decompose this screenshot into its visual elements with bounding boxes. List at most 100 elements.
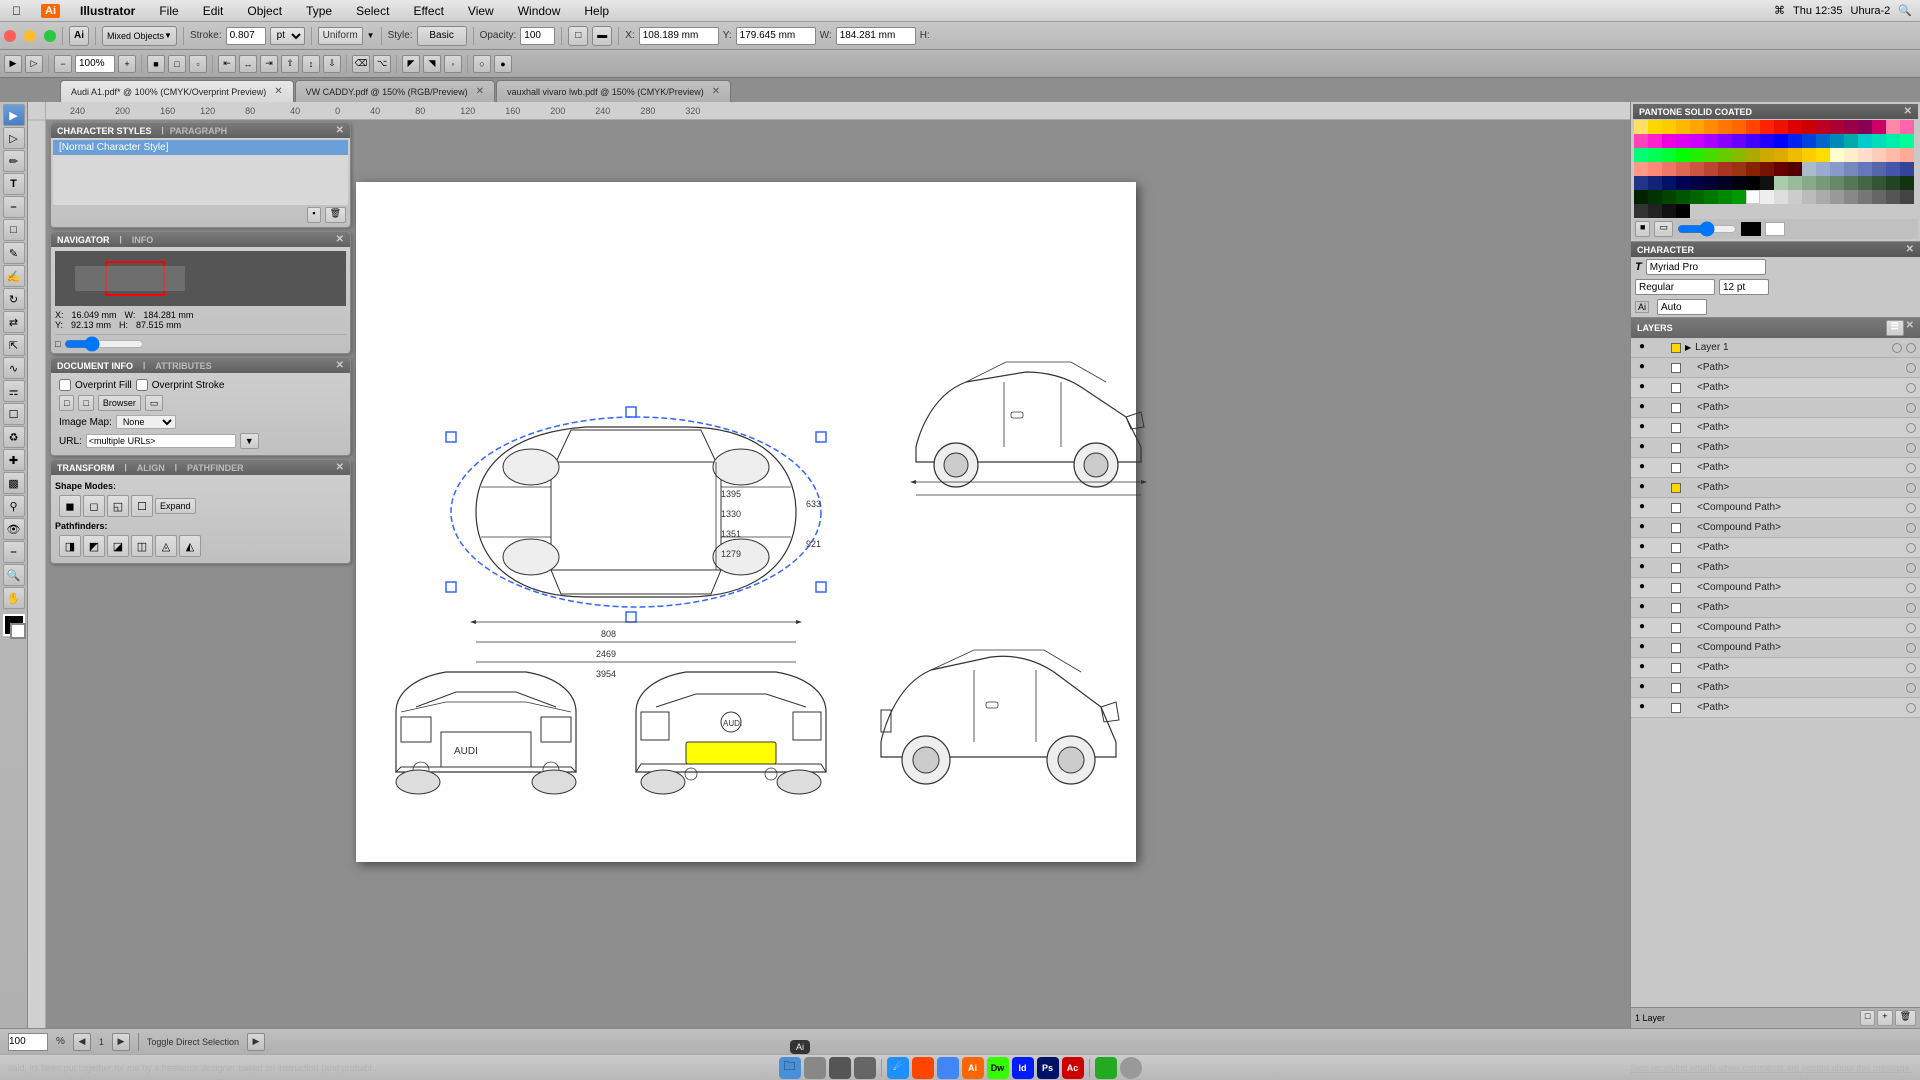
dock-indesign[interactable]: Id bbox=[1012, 1057, 1034, 1079]
w-input[interactable] bbox=[836, 27, 916, 45]
zoom-input-status[interactable] bbox=[8, 1033, 48, 1051]
url-input[interactable] bbox=[86, 434, 236, 448]
swatch-25[interactable] bbox=[1690, 134, 1704, 148]
swatch-12[interactable] bbox=[1788, 120, 1802, 134]
menu-edit[interactable]: Edit bbox=[199, 4, 228, 18]
swatch-96[interactable] bbox=[1844, 176, 1858, 190]
path-2-eye[interactable]: ● bbox=[1635, 381, 1649, 395]
swatch-73[interactable] bbox=[1802, 162, 1816, 176]
swatch-98[interactable] bbox=[1872, 176, 1886, 190]
menu-window[interactable]: Window bbox=[514, 4, 565, 18]
stroke-dropdown-icon[interactable]: ▼ bbox=[367, 31, 375, 40]
swatch-45[interactable] bbox=[1690, 148, 1704, 162]
swatch-75[interactable] bbox=[1830, 162, 1844, 176]
merge-icon[interactable]: ◪ bbox=[107, 535, 129, 557]
swatch-101[interactable] bbox=[1634, 190, 1648, 204]
swatch-54[interactable] bbox=[1816, 148, 1830, 162]
swatch-121[interactable] bbox=[1634, 204, 1648, 218]
swatch-78[interactable] bbox=[1872, 162, 1886, 176]
swatch-79[interactable] bbox=[1886, 162, 1900, 176]
attributes-tab[interactable]: ATTRIBUTES bbox=[155, 361, 211, 371]
menu-help[interactable]: Help bbox=[580, 4, 613, 18]
dock-photoshop[interactable]: Ps bbox=[1037, 1057, 1059, 1079]
swatch-123[interactable] bbox=[1662, 204, 1676, 218]
artboard[interactable]: 1395 1330 1351 1279 633 921 808 2469 395… bbox=[356, 182, 1136, 862]
swatch-32[interactable] bbox=[1788, 134, 1802, 148]
swatch-33[interactable] bbox=[1802, 134, 1816, 148]
layer-path-1[interactable]: ● <Path> bbox=[1631, 358, 1920, 378]
direct-selection-tool[interactable]: ▷ bbox=[3, 127, 25, 149]
swatch-88[interactable] bbox=[1732, 176, 1746, 190]
transform-tab[interactable]: TRANSFORM bbox=[57, 463, 115, 473]
layer-1-eye[interactable]: ● bbox=[1635, 341, 1649, 355]
layer-1-row[interactable]: ● ▶ Layer 1 bbox=[1631, 338, 1920, 358]
align-left[interactable]: ⇤ bbox=[218, 55, 236, 73]
tab-vw[interactable]: VW CADDY.pdf @ 150% (RGB/Preview) ✕ bbox=[295, 80, 495, 102]
layer-compound-5[interactable]: ● <Compound Path> bbox=[1631, 638, 1920, 658]
x-input[interactable] bbox=[639, 27, 719, 45]
dock-dreamweaver[interactable]: Dw bbox=[987, 1057, 1009, 1079]
swatch-34[interactable] bbox=[1816, 134, 1830, 148]
swatch-80[interactable] bbox=[1900, 162, 1914, 176]
swatch-23[interactable] bbox=[1662, 134, 1676, 148]
char-styles-header[interactable]: CHARACTER STYLES | PARAGRAPH ✕ bbox=[51, 123, 350, 138]
swatch-51[interactable] bbox=[1774, 148, 1788, 162]
transform-header[interactable]: TRANSFORM | ALIGN | PATHFINDER ✕ bbox=[51, 460, 350, 475]
layer-1-expand[interactable]: ▶ bbox=[1685, 343, 1691, 352]
swatch-43[interactable] bbox=[1662, 148, 1676, 162]
swatch-106[interactable] bbox=[1704, 190, 1718, 204]
menu-view[interactable]: View bbox=[464, 4, 498, 18]
swatch-47[interactable] bbox=[1718, 148, 1732, 162]
square-btn2[interactable]: □ bbox=[78, 395, 93, 411]
path-1-eye[interactable]: ● bbox=[1635, 361, 1649, 375]
pantone-slider[interactable] bbox=[1677, 225, 1737, 233]
dock-system[interactable] bbox=[1120, 1057, 1142, 1079]
swatch-60[interactable] bbox=[1900, 148, 1914, 162]
swatch-76[interactable] bbox=[1844, 162, 1858, 176]
layer-path-7[interactable]: ● <Path> bbox=[1631, 538, 1920, 558]
layer-path-6[interactable]: ● <Path> bbox=[1631, 458, 1920, 478]
swatch-66[interactable] bbox=[1704, 162, 1718, 176]
swatch-90[interactable] bbox=[1760, 176, 1774, 190]
swatch-17[interactable] bbox=[1858, 120, 1872, 134]
swatch-105[interactable] bbox=[1690, 190, 1704, 204]
tab-audi[interactable]: Audi A1.pdf* @ 100% (CMYK/Overprint Prev… bbox=[60, 80, 294, 102]
swatch-53[interactable] bbox=[1802, 148, 1816, 162]
swatch-8[interactable] bbox=[1732, 120, 1746, 134]
swatch-29[interactable] bbox=[1746, 134, 1760, 148]
swatch-61[interactable] bbox=[1634, 162, 1648, 176]
swatch-100[interactable] bbox=[1900, 176, 1914, 190]
layer-path-5[interactable]: ● <Path> bbox=[1631, 438, 1920, 458]
delete-layer[interactable]: 🗑 bbox=[1895, 1010, 1916, 1026]
swatch-36[interactable] bbox=[1844, 134, 1858, 148]
swatch-74[interactable] bbox=[1816, 162, 1830, 176]
layers-menu[interactable]: ☰ bbox=[1886, 320, 1904, 336]
distrib-h[interactable]: ⌫ bbox=[352, 55, 370, 73]
url-dropdown-btn[interactable]: ▼ bbox=[240, 433, 259, 449]
width-tool[interactable]: ⚎ bbox=[3, 380, 25, 402]
view-btn3[interactable]: ▫ bbox=[189, 55, 207, 73]
layer-path-8[interactable]: ● <Path> bbox=[1631, 558, 1920, 578]
swatch-57[interactable] bbox=[1858, 148, 1872, 162]
pencil-tool[interactable]: ✍ bbox=[3, 265, 25, 287]
zoom-input[interactable] bbox=[75, 55, 115, 73]
swatch-19[interactable] bbox=[1886, 120, 1900, 134]
navigator-header[interactable]: NAVIGATOR | INFO ✕ bbox=[51, 232, 350, 247]
dock-chrome[interactable] bbox=[937, 1057, 959, 1079]
swatch-108[interactable] bbox=[1732, 190, 1746, 204]
swatch-86[interactable] bbox=[1704, 176, 1718, 190]
swatch-95[interactable] bbox=[1830, 176, 1844, 190]
swatch-48[interactable] bbox=[1732, 148, 1746, 162]
pantone-close[interactable]: ✕ bbox=[1904, 106, 1912, 117]
layer-1-select[interactable] bbox=[1906, 343, 1916, 353]
dock-illustrator[interactable]: Ai bbox=[962, 1057, 984, 1079]
swatch-49[interactable] bbox=[1746, 148, 1760, 162]
swatch-68[interactable] bbox=[1732, 162, 1746, 176]
char-styles-close[interactable]: ✕ bbox=[336, 125, 344, 136]
swatch-71[interactable] bbox=[1774, 162, 1788, 176]
rect-tool[interactable]: □ bbox=[3, 219, 25, 241]
swatch-42[interactable] bbox=[1648, 148, 1662, 162]
tab-vauxhall[interactable]: vauxhall vivaro lwb.pdf @ 150% (CMYK/Pre… bbox=[496, 80, 731, 102]
dock-launchpad[interactable] bbox=[804, 1057, 826, 1079]
transform-btn1[interactable]: ◤ bbox=[402, 55, 420, 73]
